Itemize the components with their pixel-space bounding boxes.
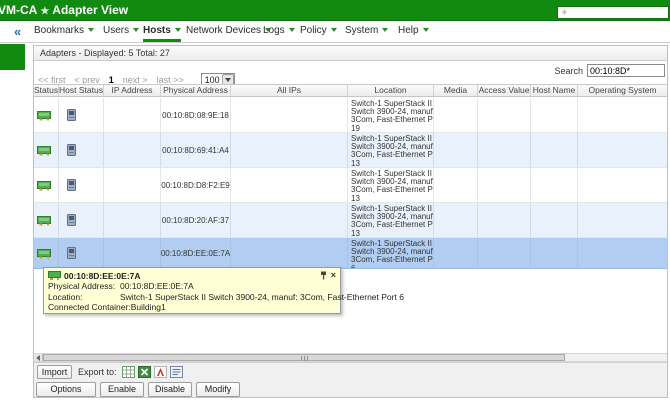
- page-title: VM-CA★Adapter View: [0, 3, 128, 17]
- pin-icon[interactable]: [320, 271, 327, 280]
- rtf-export-icon[interactable]: [170, 366, 183, 378]
- adapter-detail-tooltip: 00:10:8D:EE:0E:7A × Physical Address: 00…: [43, 267, 341, 314]
- cell-location: Switch-1 SuperStack IISwitch 3900-24, ma…: [348, 203, 434, 237]
- chevron-down-icon: [88, 28, 94, 32]
- col-host-status[interactable]: Host Status: [59, 85, 104, 96]
- global-search-input[interactable]: [570, 7, 668, 18]
- menu-network-devices[interactable]: Network Devices: [186, 21, 271, 42]
- table-header: Status Host Status IP Address Physical A…: [34, 84, 667, 97]
- scrollbar-thumb[interactable]: [43, 354, 565, 361]
- tooltip-field: Location: Switch-1 SuperStack II Switch …: [48, 292, 336, 303]
- chevron-down-icon: [331, 28, 337, 32]
- col-status[interactable]: Status: [34, 85, 59, 96]
- cell-physical-address: 00:10:8D:08:9E:18: [161, 98, 231, 132]
- menu-help[interactable]: Help: [398, 21, 429, 42]
- pdf-export-icon[interactable]: [154, 366, 167, 378]
- tooltip-header: 00:10:8D:EE:0E:7A ×: [48, 270, 336, 281]
- scroll-left-arrow-icon[interactable]: [34, 354, 43, 361]
- menu-policy[interactable]: Policy: [300, 21, 337, 42]
- host-status-icon: [67, 247, 76, 259]
- col-operating-system[interactable]: Operating System: [578, 85, 667, 96]
- table-row[interactable]: 00:10:8D:08:9E:18 Switch-1 SuperStack II…: [34, 98, 667, 133]
- adapter-status-icon: [37, 248, 52, 259]
- col-all-ips[interactable]: All IPs: [231, 85, 348, 96]
- collapse-sidebar-icon[interactable]: «: [14, 21, 21, 42]
- adapter-icon: [48, 271, 61, 280]
- adapter-status-icon: [37, 215, 52, 226]
- search-input[interactable]: [587, 64, 665, 77]
- disable-button[interactable]: Disable: [148, 382, 192, 397]
- adapter-status-icon: [37, 180, 52, 191]
- export-to-label: Export to:: [78, 367, 117, 377]
- table-row[interactable]: 00:10:8D:20:AF:37 Switch-1 SuperStack II…: [34, 203, 667, 238]
- host-status-icon: [67, 214, 76, 226]
- chevron-down-icon: [289, 28, 295, 32]
- tooltip-field: Physical Address: 00:10:8D:EE:0E:7A: [48, 281, 336, 292]
- table-row-selected[interactable]: 00:10:8D:EE:0E:7A Switch-1 SuperStack II…: [34, 238, 667, 269]
- search-label: Search: [554, 66, 583, 76]
- action-buttons: Options Enable Disable Modify: [36, 382, 240, 397]
- collapsed-side-panel-tab[interactable]: [0, 44, 25, 70]
- horizontal-scrollbar[interactable]: [34, 353, 667, 362]
- csv-export-icon[interactable]: [122, 366, 135, 378]
- chevron-down-icon: [133, 28, 139, 32]
- scrollbar-grip-icon: [301, 356, 308, 361]
- cell-location: Switch-1 SuperStack IISwitch 3900-24, ma…: [348, 98, 434, 132]
- cell-physical-address: 00:10:8D:20:AF:37: [161, 203, 231, 237]
- export-icons: [122, 366, 183, 378]
- options-button[interactable]: Options: [36, 382, 96, 397]
- cell-location: Switch-1 SuperStack IISwitch 3900-24, ma…: [348, 133, 434, 167]
- cell-location: Switch-1 SuperStack IISwitch 3900-24, ma…: [348, 238, 434, 268]
- table-body: 00:10:8D:08:9E:18 Switch-1 SuperStack II…: [34, 98, 667, 269]
- modify-button[interactable]: Modify: [196, 382, 240, 397]
- global-search-box[interactable]: ✳: [557, 6, 669, 19]
- title-bar: VM-CA★Adapter View ✳: [0, 0, 670, 21]
- chevron-down-icon: [175, 28, 181, 32]
- panel-footer: Import Export to: Options Enable Disable…: [34, 362, 667, 397]
- close-icon[interactable]: ×: [331, 271, 336, 280]
- chevron-down-icon: [382, 28, 388, 32]
- table-search: Search: [554, 64, 665, 77]
- menu-logs[interactable]: Logs: [263, 21, 295, 42]
- tooltip-field: Connected Container: Building1: [48, 302, 336, 313]
- product-name: VM-CA: [0, 3, 37, 17]
- search-clear-icon[interactable]: ✳: [558, 9, 570, 17]
- host-status-icon: [67, 109, 76, 121]
- view-title: Adapter View: [52, 3, 128, 17]
- cell-physical-address: 00:10:8D:EE:0E:7A: [161, 238, 231, 268]
- import-button[interactable]: Import: [37, 365, 72, 379]
- chevron-down-icon: [423, 28, 429, 32]
- tooltip-title: 00:10:8D:EE:0E:7A: [64, 271, 320, 281]
- panel-header: Adapters - Displayed: 5 Total: 27: [34, 46, 667, 61]
- adapter-status-icon: [37, 145, 52, 156]
- cell-physical-address: 00:10:8D:D8:F2:E9: [161, 168, 231, 202]
- menu-bookmarks[interactable]: Bookmarks: [34, 21, 94, 42]
- cell-physical-address: 00:10:8D:69:41:A4: [161, 133, 231, 167]
- adapters-panel: Adapters - Displayed: 5 Total: 27 << fir…: [33, 45, 668, 398]
- col-ip-address[interactable]: IP Address: [104, 85, 161, 96]
- adapter-status-icon: [37, 110, 52, 121]
- col-location[interactable]: Location: [348, 85, 434, 96]
- table-row[interactable]: 00:10:8D:D8:F2:E9 Switch-1 SuperStack II…: [34, 168, 667, 203]
- enable-button[interactable]: Enable: [100, 382, 144, 397]
- menu-system[interactable]: System: [345, 21, 388, 42]
- col-host-name[interactable]: Host Name: [531, 85, 578, 96]
- col-media[interactable]: Media: [434, 85, 478, 96]
- col-access-value[interactable]: Access Value: [478, 85, 531, 96]
- excel-export-icon[interactable]: [138, 366, 151, 378]
- adapter-view-window: VM-CA★Adapter View ✳ « Bookmarks Users H…: [0, 0, 670, 400]
- menu-bar: « Bookmarks Users Hosts Network Devices …: [0, 21, 670, 43]
- menu-hosts[interactable]: Hosts: [143, 21, 181, 42]
- table-row[interactable]: 00:10:8D:69:41:A4 Switch-1 SuperStack II…: [34, 133, 667, 168]
- favorite-star-icon[interactable]: ★: [37, 6, 52, 17]
- host-status-icon: [67, 179, 76, 191]
- host-status-icon: [67, 144, 76, 156]
- menu-users[interactable]: Users: [103, 21, 139, 42]
- cell-location: Switch-1 SuperStack IISwitch 3900-24, ma…: [348, 168, 434, 202]
- col-physical-address[interactable]: Physical Address: [161, 85, 231, 96]
